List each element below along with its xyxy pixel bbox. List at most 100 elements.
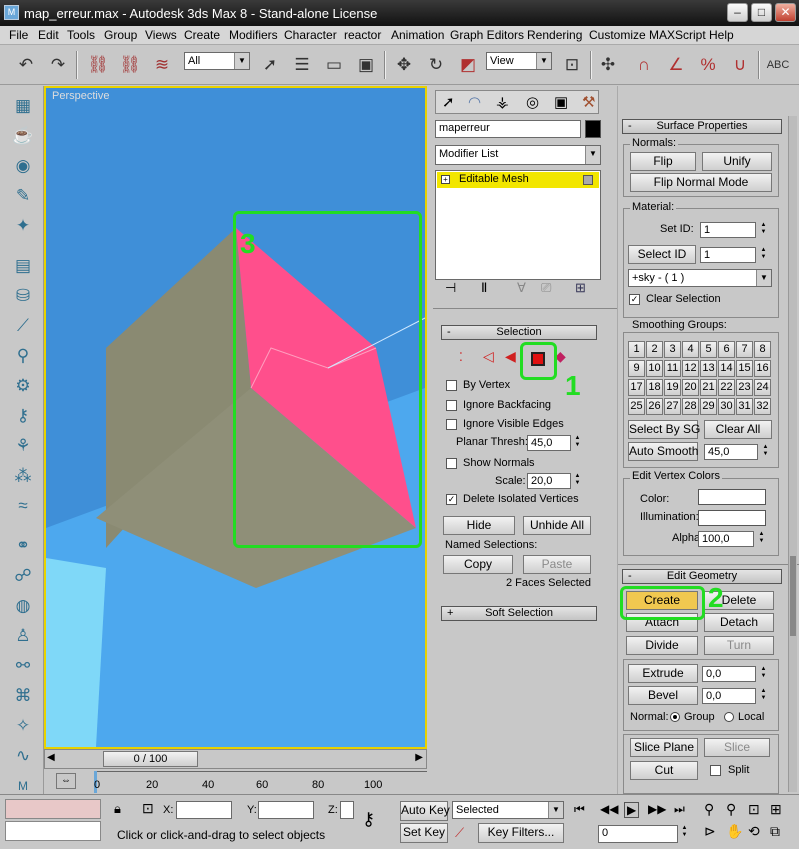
surface-properties-title[interactable]: - Surface Properties <box>622 119 782 134</box>
expand-icon[interactable]: + <box>441 175 450 184</box>
create-rig-icon[interactable]: ⌘ <box>10 684 36 708</box>
smoothing-group-button[interactable]: 12 <box>682 360 699 377</box>
hide-button[interactable]: Hide <box>443 516 515 535</box>
create-dynamics-icon[interactable]: ◍ <box>10 594 36 618</box>
play-icon[interactable]: ▶ <box>624 802 640 818</box>
edge-subobject-icon[interactable]: ◁ <box>483 348 494 365</box>
maxscript-input[interactable] <box>5 821 101 841</box>
smoothing-group-button[interactable]: 14 <box>718 360 735 377</box>
unhide-all-button[interactable]: Unhide All <box>523 516 591 535</box>
hierarchy-tab-icon[interactable]: ⚶ <box>496 93 509 111</box>
panel-scrollbar[interactable] <box>788 116 797 792</box>
by-vertex-checkbox[interactable] <box>446 380 457 391</box>
face-subobject-icon[interactable]: ◀ <box>505 348 516 365</box>
lock-selection-icon[interactable]: 🔒︎ <box>114 801 121 817</box>
select-id-spinner[interactable]: ▲ ▼ <box>759 247 768 263</box>
create-particles-icon[interactable]: ⁂ <box>10 464 36 488</box>
ignore-visible-edges-checkbox[interactable] <box>446 419 457 430</box>
create-gear-icon[interactable]: ⚙ <box>10 374 36 398</box>
unify-button[interactable]: Unify <box>702 152 772 171</box>
time-prev-arrow[interactable]: ◀ <box>47 752 55 763</box>
smoothing-group-button[interactable]: 30 <box>718 398 735 415</box>
slice-button[interactable]: Slice <box>704 738 770 757</box>
selection-filter-dropdown[interactable]: All ▼ <box>184 52 250 70</box>
cut-button[interactable]: Cut <box>630 761 698 780</box>
smoothing-group-button[interactable]: 24 <box>754 379 771 396</box>
next-frame-icon[interactable]: ▶▶ <box>648 802 666 816</box>
menu-edit[interactable]: Edit <box>38 28 59 42</box>
create-rope-icon[interactable]: ∿ <box>10 744 36 768</box>
smoothing-group-button[interactable]: 6 <box>718 341 735 358</box>
maximize-viewport-icon[interactable]: ⧉ <box>770 823 780 840</box>
utilities-tab-icon[interactable]: ⚒ <box>582 93 595 111</box>
create-tab-icon[interactable]: ➚ <box>442 93 455 111</box>
ignore-backfacing-checkbox[interactable] <box>446 400 457 411</box>
scrollbar-thumb[interactable] <box>790 556 796 636</box>
smoothing-group-button[interactable]: 32 <box>754 398 771 415</box>
bevel-button[interactable]: Bevel <box>628 686 698 705</box>
modifier-list-dropdown[interactable]: Modifier List ▼ <box>435 145 601 165</box>
select-by-name-icon[interactable]: ☰ <box>288 51 316 79</box>
select-by-sg-button[interactable]: Select By SG <box>628 420 700 439</box>
local-radio[interactable] <box>724 712 734 722</box>
smoothing-group-button[interactable]: 11 <box>664 360 681 377</box>
smoothing-group-button[interactable]: 8 <box>754 341 771 358</box>
split-checkbox[interactable] <box>710 765 721 776</box>
create-hinge-icon[interactable]: ⚯ <box>10 654 36 678</box>
smoothing-group-button[interactable]: 7 <box>736 341 753 358</box>
smoothing-group-button[interactable]: 13 <box>700 360 717 377</box>
extrude-button[interactable]: Extrude <box>628 664 698 683</box>
absolute-mode-icon[interactable]: ⊡ <box>142 800 154 817</box>
select-object-icon[interactable]: ➚ <box>256 51 284 79</box>
menu-customize[interactable]: Customize <box>589 28 646 42</box>
menu-modifiers[interactable]: Modifiers <box>229 28 278 42</box>
auto-smooth-field[interactable]: 45,0 <box>704 444 758 460</box>
selection-rollout-title[interactable]: - Selection <box>441 325 597 340</box>
smoothing-group-button[interactable]: 1 <box>628 341 645 358</box>
stack-item-editable-mesh[interactable]: + Editable Mesh <box>437 172 599 188</box>
smoothing-group-button[interactable]: 29 <box>700 398 717 415</box>
create-shape-icon[interactable]: ⚘ <box>10 434 36 458</box>
create-bone-icon[interactable]: ☍ <box>10 564 36 588</box>
planar-thresh-spinner[interactable]: ▲ ▼ <box>573 435 582 451</box>
arc-rotate-icon[interactable]: ⟲ <box>748 823 760 840</box>
flip-normal-mode-button[interactable]: Flip Normal Mode <box>630 173 772 192</box>
maximize-button[interactable]: □ <box>751 3 772 22</box>
bind-space-warp-icon[interactable]: ≋ <box>148 51 176 79</box>
menu-file[interactable]: File <box>9 28 28 42</box>
create-sphere-icon[interactable]: ◉ <box>10 154 36 178</box>
select-id-button[interactable]: Select ID <box>628 245 696 264</box>
create-wave-icon[interactable]: ≈ <box>10 494 36 518</box>
rectangular-selection-icon[interactable]: ▭ <box>320 51 348 79</box>
smoothing-group-button[interactable]: 27 <box>664 398 681 415</box>
smoothing-group-button[interactable]: 4 <box>682 341 699 358</box>
menu-tools[interactable]: Tools <box>67 28 95 42</box>
menu-animation[interactable]: Animation <box>391 28 444 42</box>
smoothing-group-button[interactable]: 19 <box>664 379 681 396</box>
menu-reactor[interactable]: reactor <box>344 28 381 42</box>
bevel-spinner[interactable]: ▲ ▼ <box>759 688 768 704</box>
smoothing-group-button[interactable]: 10 <box>646 360 663 377</box>
material-name-dropdown[interactable]: +sky - ( 1 ) ▼ <box>628 269 772 287</box>
menu-views[interactable]: Views <box>145 28 177 42</box>
show-end-result-icon[interactable]: Ⅱ <box>481 280 487 296</box>
alpha-field[interactable]: 100,0 <box>698 531 754 547</box>
smoothing-group-button[interactable]: 25 <box>628 398 645 415</box>
undo-icon[interactable]: ↶ <box>12 51 40 79</box>
flip-button[interactable]: Flip <box>630 152 696 171</box>
clear-all-button[interactable]: Clear All <box>704 420 772 439</box>
extrude-field[interactable]: 0,0 <box>702 666 756 682</box>
menu-graph-editors[interactable]: Graph Editors <box>450 28 524 42</box>
prev-frame-icon[interactable]: ◀◀ <box>600 802 618 816</box>
goto-end-icon[interactable]: ⏭ <box>674 802 685 817</box>
group-radio[interactable] <box>670 712 680 722</box>
close-button[interactable]: ✕ <box>775 3 796 22</box>
select-manipulate-icon[interactable]: ✣ <box>594 51 622 79</box>
pan-icon[interactable]: ✋ <box>726 823 743 840</box>
scale-field[interactable]: 20,0 <box>527 473 571 489</box>
delete-isolated-checkbox[interactable]: ✓ <box>446 494 457 505</box>
redo-icon[interactable]: ↷ <box>44 51 72 79</box>
smoothing-group-button[interactable]: 23 <box>736 379 753 396</box>
set-key-button[interactable]: Set Key <box>400 823 448 843</box>
pivot-center-icon[interactable]: ⊡ <box>558 51 586 79</box>
